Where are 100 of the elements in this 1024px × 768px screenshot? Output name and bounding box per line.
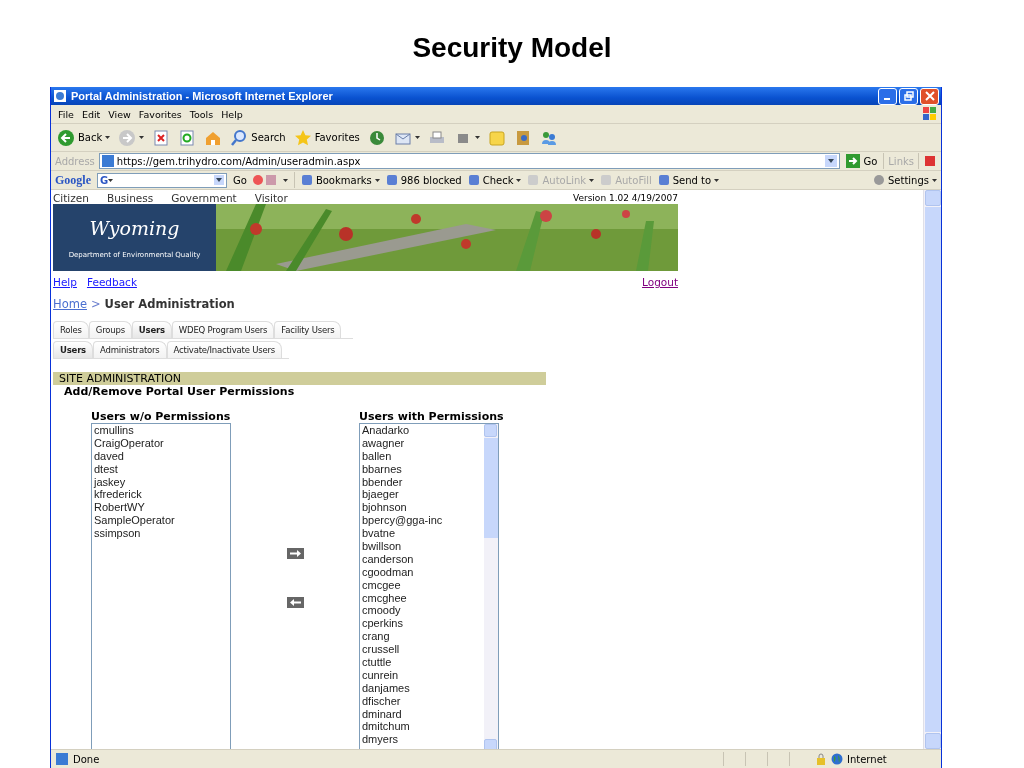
tab[interactable]: Groups <box>88 321 132 338</box>
list-item[interactable]: crang <box>362 630 482 644</box>
search-button[interactable]: Search <box>228 127 288 148</box>
list-item[interactable]: bbender <box>362 475 482 489</box>
toolbar-icon <box>252 174 277 186</box>
list-item[interactable]: canderson <box>362 552 482 566</box>
favorites-button[interactable]: Favorites <box>291 127 362 148</box>
nav-link[interactable]: Citizen <box>53 192 89 204</box>
user-listbox[interactable]: cmullins CraigOperator daved dtest jaskey kfrederick RobertWY SampleOperator ssimpson <box>91 423 231 749</box>
go-button[interactable]: Go <box>233 174 247 186</box>
google-search-field[interactable]: G <box>97 172 227 188</box>
toolbar-button[interactable]: Send to <box>657 174 720 186</box>
circle-icon <box>873 174 885 186</box>
arrow-icon <box>846 154 861 168</box>
breadcrumb-separator: > <box>90 297 101 311</box>
tab[interactable]: Users <box>131 321 172 338</box>
go-button[interactable]: Go <box>844 153 880 169</box>
list-item[interactable]: cmullins <box>94 424 228 437</box>
address-label: Address <box>55 155 95 167</box>
dropdown-icon <box>825 155 838 167</box>
refresh-icon <box>178 128 197 147</box>
menu-item[interactable]: View <box>105 108 134 120</box>
toolbar-icon <box>600 174 613 186</box>
list-item[interactable]: bbarnes <box>362 462 482 476</box>
menu-item[interactable]: Tools <box>186 108 217 120</box>
list-item[interactable]: dfischer <box>362 694 482 708</box>
menu-item[interactable]: Help <box>218 108 246 120</box>
nav-link[interactable]: Government <box>171 192 237 204</box>
page-icon <box>55 752 69 766</box>
list-item[interactable]: ctuttle <box>362 656 482 669</box>
list-item[interactable]: cmoody <box>362 604 482 618</box>
list-item[interactable]: ballen <box>362 449 482 463</box>
search-icon <box>230 128 249 147</box>
close-icon <box>924 91 935 101</box>
address-field[interactable]: https://gem.trihydro.com/Admin/useradmin.aspx <box>98 153 841 169</box>
user-listbox[interactable] <box>359 423 499 749</box>
toolbar-icon <box>923 154 937 168</box>
list-item[interactable]: bjaeger <box>362 488 482 502</box>
tab[interactable]: Administrators <box>93 341 167 358</box>
nav-link[interactable]: Business <box>106 192 154 204</box>
settings-button[interactable]: Settings <box>873 174 937 186</box>
list-item[interactable]: kfrederick <box>94 488 228 502</box>
back-button[interactable]: Back <box>55 127 113 148</box>
toolbar-button[interactable]: Check <box>467 174 522 186</box>
list-item[interactable]: cmcgee <box>362 578 482 592</box>
star-icon <box>293 128 312 147</box>
list-item[interactable]: CraigOperator <box>94 436 228 450</box>
list-item[interactable]: Anadarko <box>362 424 482 437</box>
list-item[interactable]: bjohnson <box>362 501 482 515</box>
tab[interactable]: Roles <box>53 321 89 338</box>
move-left-button[interactable] <box>286 597 304 608</box>
list-item[interactable]: bwillson <box>362 540 482 553</box>
list-item[interactable]: RobertWY <box>94 501 228 515</box>
list-item[interactable]: dmyers <box>362 733 482 747</box>
scrollbar[interactable] <box>923 190 941 749</box>
tab[interactable]: WDEQ Program Users <box>171 321 275 338</box>
window-title: Portal Administration - Microsoft Internet Explorer <box>71 90 333 102</box>
list-item[interactable]: cperkins <box>362 617 482 631</box>
tab[interactable]: Users <box>53 341 93 358</box>
caret-icon <box>108 178 114 182</box>
list-item[interactable]: dminard <box>362 707 482 721</box>
list-item[interactable]: crussell <box>362 643 482 657</box>
list-item[interactable]: jaskey <box>94 475 228 489</box>
list-item[interactable]: daved <box>94 449 228 463</box>
links-label: Links <box>888 155 914 167</box>
forward-icon <box>118 128 137 147</box>
page-icon <box>101 155 114 167</box>
history-icon <box>367 128 386 147</box>
toolbar-button[interactable]: 986 blocked <box>385 174 462 186</box>
nav-link[interactable]: Visitor <box>254 192 288 204</box>
tab[interactable]: Activate/Inactivate Users <box>166 341 283 358</box>
list-item[interactable]: cunrein <box>362 668 482 682</box>
restore-button[interactable] <box>899 87 918 105</box>
close-button[interactable] <box>920 87 939 105</box>
link[interactable]: Help <box>53 276 77 288</box>
list-item[interactable]: bvatne <box>362 527 482 540</box>
menu-item[interactable]: Favorites <box>135 108 185 120</box>
home-link[interactable]: Home <box>53 297 87 311</box>
minimize-button[interactable] <box>878 87 897 105</box>
scrollbar[interactable] <box>484 424 498 749</box>
note-icon <box>487 128 506 147</box>
list-item[interactable]: danjames <box>362 681 482 695</box>
move-right-button[interactable] <box>286 548 304 559</box>
list-item[interactable]: cmcghee <box>362 591 482 605</box>
logout-link[interactable]: Logout <box>642 276 678 288</box>
list-item[interactable]: cgoodman <box>362 565 482 579</box>
list-item[interactable]: ssimpson <box>94 527 228 540</box>
menu-item[interactable]: Edit <box>78 108 104 120</box>
list-item[interactable]: dmitchum <box>362 720 482 734</box>
stop-icon <box>152 128 171 147</box>
globe-icon <box>831 753 843 765</box>
dropdown-icon <box>214 175 224 185</box>
tab[interactable]: Facility Users <box>274 321 342 338</box>
link[interactable]: Feedback <box>86 276 137 288</box>
menu-item[interactable]: File <box>55 108 77 120</box>
toolbar-button[interactable]: Bookmarks <box>300 174 380 186</box>
list-item[interactable]: awagner <box>362 436 482 450</box>
list-item[interactable]: dtest <box>94 462 228 476</box>
list-item[interactable]: bpercy@gga-inc <box>362 514 482 528</box>
list-item[interactable]: SampleOperator <box>94 514 228 528</box>
